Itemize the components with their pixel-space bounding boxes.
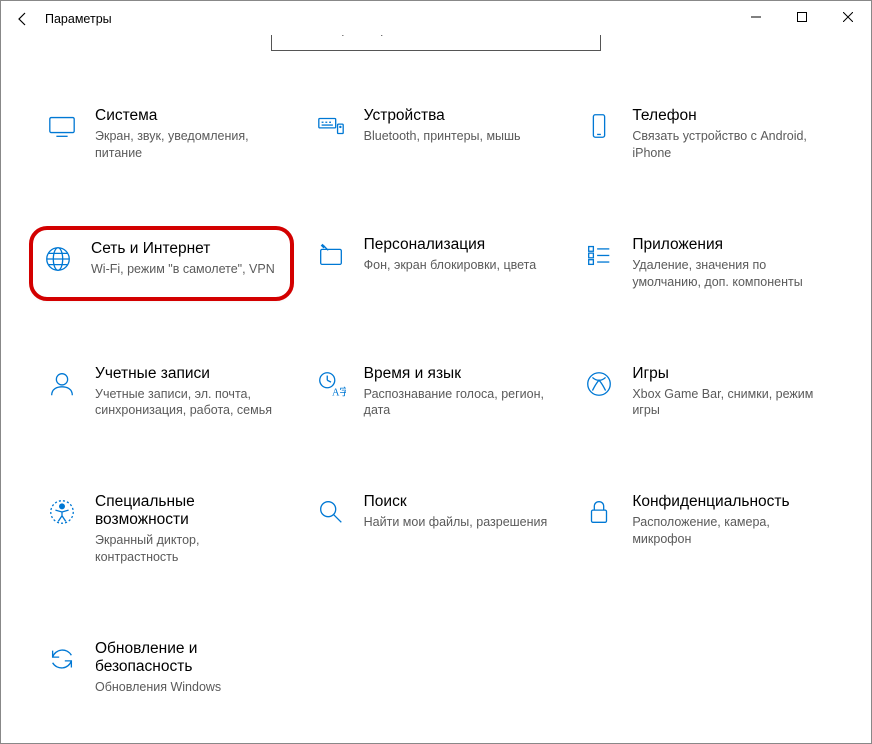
- tile-title: Специальные возможности: [95, 493, 286, 529]
- tile-title: Время и язык: [364, 365, 555, 383]
- tile-privacy[interactable]: Конфиденциальность Расположение, камера,…: [582, 487, 827, 572]
- tile-gaming[interactable]: Игры Xbox Game Bar, снимки, режим игры: [582, 359, 827, 426]
- tile-desc: Xbox Game Bar, снимки, режим игры: [632, 386, 823, 420]
- search-placeholder: Найти параметр: [282, 35, 576, 36]
- settings-grid: Система Экран, звук, уведомления, питани…: [1, 53, 871, 722]
- tile-desc: Wi-Fi, режим "в самолете", VPN: [91, 261, 280, 278]
- tile-title: Поиск: [364, 493, 555, 511]
- magnifier-icon: [314, 495, 348, 529]
- close-button[interactable]: [825, 1, 871, 33]
- person-icon: [45, 367, 79, 401]
- accessibility-icon: [45, 495, 79, 529]
- tile-desc: Bluetooth, принтеры, мышь: [364, 128, 555, 145]
- tile-title: Конфиденциальность: [632, 493, 823, 511]
- search-icon: [576, 35, 590, 38]
- time-language-icon: A字: [314, 367, 348, 401]
- tile-desc: Учетные записи, эл. почта, синхронизация…: [95, 386, 286, 420]
- lock-icon: [582, 495, 616, 529]
- keyboard-icon: [314, 109, 348, 143]
- tile-title: Персонализация: [364, 236, 555, 254]
- tile-desc: Экран, звук, уведомления, питание: [95, 128, 286, 162]
- tile-update-security[interactable]: Обновление и безопасность Обновления Win…: [45, 634, 290, 702]
- window-title: Параметры: [45, 12, 112, 26]
- window-controls: [733, 1, 871, 33]
- tile-desc: Обновления Windows: [95, 679, 286, 696]
- search-row: Найти параметр: [1, 35, 871, 53]
- tile-title: Сеть и Интернет: [91, 240, 280, 258]
- tile-devices[interactable]: Устройства Bluetooth, принтеры, мышь: [314, 101, 559, 168]
- tile-apps[interactable]: Приложения Удаление, значения по умолчан…: [582, 230, 827, 297]
- tile-system[interactable]: Система Экран, звук, уведомления, питани…: [45, 101, 290, 168]
- tile-title: Устройства: [364, 107, 555, 125]
- tile-ease-of-access[interactable]: Специальные возможности Экранный диктор,…: [45, 487, 290, 572]
- tile-title: Приложения: [632, 236, 823, 254]
- tile-desc: Найти мои файлы, разрешения: [364, 514, 555, 531]
- tile-desc: Экранный диктор, контрастность: [95, 532, 286, 566]
- paint-icon: [314, 238, 348, 272]
- tile-title: Система: [95, 107, 286, 125]
- maximize-button[interactable]: [779, 1, 825, 33]
- tile-desc: Удаление, значения по умолчанию, доп. ко…: [632, 257, 823, 291]
- globe-icon: [41, 242, 75, 276]
- search-input[interactable]: Найти параметр: [271, 35, 601, 51]
- tile-desc: Фон, экран блокировки, цвета: [364, 257, 555, 274]
- tile-network[interactable]: Сеть и Интернет Wi-Fi, режим "в самолете…: [33, 230, 290, 297]
- tile-title: Игры: [632, 365, 823, 383]
- phone-icon: [582, 109, 616, 143]
- tile-search[interactable]: Поиск Найти мои файлы, разрешения: [314, 487, 559, 572]
- tile-desc: Расположение, камера, микрофон: [632, 514, 823, 548]
- apps-list-icon: [582, 238, 616, 272]
- minimize-button[interactable]: [733, 1, 779, 33]
- xbox-icon: [582, 367, 616, 401]
- tile-accounts[interactable]: Учетные записи Учетные записи, эл. почта…: [45, 359, 290, 426]
- tile-time-language[interactable]: A字 Время и язык Распознавание голоса, ре…: [314, 359, 559, 426]
- tile-title: Учетные записи: [95, 365, 286, 383]
- tile-desc: Распознавание голоса, регион, дата: [364, 386, 555, 420]
- monitor-icon: [45, 109, 79, 143]
- svg-text:A字: A字: [332, 385, 346, 398]
- tile-phone[interactable]: Телефон Связать устройство с Android, iP…: [582, 101, 827, 168]
- tile-title: Телефон: [632, 107, 823, 125]
- tile-desc: Связать устройство с Android, iPhone: [632, 128, 823, 162]
- back-button[interactable]: [9, 5, 37, 33]
- sync-icon: [45, 642, 79, 676]
- tile-title: Обновление и безопасность: [95, 640, 286, 676]
- tile-personalization[interactable]: Персонализация Фон, экран блокировки, цв…: [314, 230, 559, 297]
